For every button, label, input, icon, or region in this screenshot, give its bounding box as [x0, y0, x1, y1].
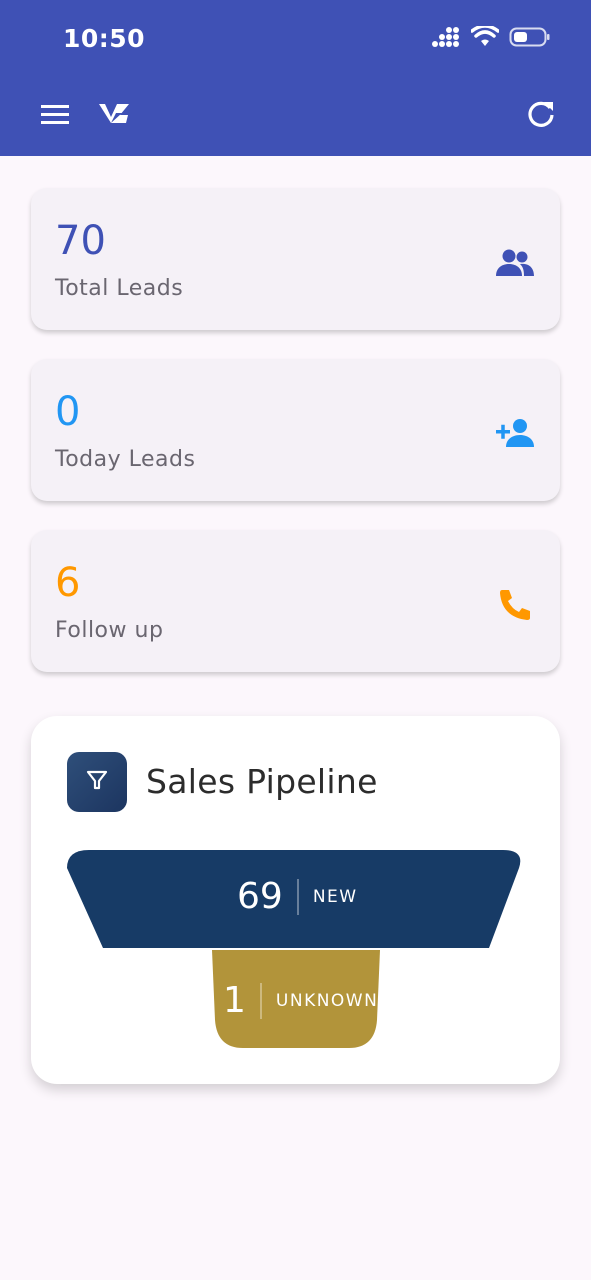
stat-card-today-leads[interactable]: 0 Today Leads [31, 359, 560, 501]
follow-up-value: 6 [55, 560, 81, 606]
stage-divider [259, 982, 262, 1019]
person-add-icon [494, 413, 536, 455]
pipeline-icon-box [67, 752, 127, 812]
signal-icon [431, 26, 461, 52]
today-leads-value: 0 [55, 389, 81, 435]
vz-logo-icon [98, 104, 130, 132]
stat-card-total-leads[interactable]: 70 Total Leads [31, 188, 560, 330]
total-leads-label: Total Leads [55, 276, 184, 301]
pipeline-stage-new-label: NEW [312, 886, 358, 907]
status-icons [431, 24, 551, 52]
follow-up-label: Follow up [55, 618, 164, 643]
battery-icon [509, 26, 551, 52]
app-logo [98, 100, 130, 128]
hamburger-icon [40, 105, 70, 132]
group-icon [494, 242, 536, 284]
wifi-icon [470, 24, 500, 52]
pipeline-title: Sales Pipeline [146, 762, 378, 801]
refresh-icon [525, 101, 557, 134]
refresh-button[interactable] [525, 98, 557, 130]
phone-icon [494, 584, 536, 626]
today-leads-label: Today Leads [55, 447, 196, 472]
filter-icon [85, 768, 109, 796]
app-bar: 10:50 [0, 0, 591, 156]
pipeline-stage-unknown-label: UNKNOWN [275, 990, 379, 1011]
total-leads-value: 70 [55, 218, 106, 264]
pipeline-stage-new[interactable]: 69 NEW [237, 876, 358, 917]
pipeline-stage-new-count: 69 [237, 876, 283, 917]
stage-divider [296, 878, 299, 915]
sales-pipeline-card: Sales Pipeline 69 NEW 1 UNKNOWN [31, 716, 560, 1084]
stat-card-follow-up[interactable]: 6 Follow up [31, 530, 560, 672]
menu-button[interactable] [40, 100, 70, 128]
status-time: 10:50 [63, 24, 146, 53]
pipeline-funnel: 69 NEW 1 UNKNOWN [67, 850, 525, 1050]
pipeline-stage-unknown-count: 1 [223, 980, 246, 1021]
pipeline-stage-unknown[interactable]: 1 UNKNOWN [223, 980, 378, 1021]
